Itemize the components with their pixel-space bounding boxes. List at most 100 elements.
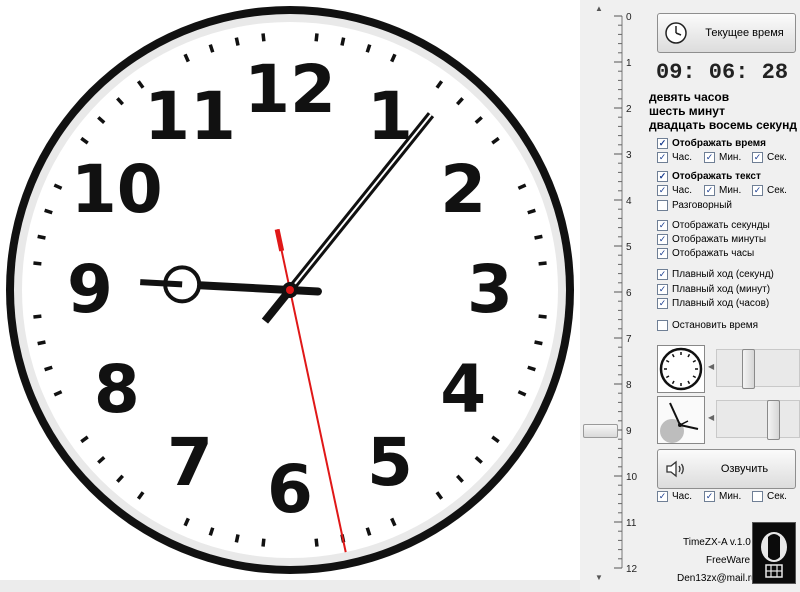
show-seconds-label: Отображать секунды [672, 220, 770, 231]
show-text-hours-checkbox[interactable]: ✓ Час. [657, 185, 692, 196]
clock-numeral: 2 [440, 151, 486, 228]
scale-label: 2 [626, 104, 632, 115]
current-time-button[interactable]: Текущее время [657, 13, 796, 53]
show-time-checkbox[interactable]: ✓ Отображать время [657, 138, 766, 149]
checkbox-box[interactable]: ✓ [752, 152, 763, 163]
colloquial-label: Разговорный [672, 200, 732, 211]
smooth-seconds-checkbox[interactable]: ✓ Плавный ход (секунд) [657, 269, 774, 280]
show-time-minutes-label: Мин. [719, 152, 742, 163]
license-text: FreeWare [706, 555, 751, 566]
colloquial-checkbox[interactable]: Разговорный [657, 200, 732, 211]
minute-tick [261, 538, 266, 547]
smooth-minutes-label: Плавный ход (минут) [672, 284, 771, 295]
checkbox-box[interactable]: ✓ [657, 220, 668, 231]
hand-style-slider[interactable]: ◀ [708, 396, 800, 442]
show-time-seconds-checkbox[interactable]: ✓ Сек. [752, 152, 787, 163]
scale-label: 6 [626, 288, 632, 299]
speak-seconds-checkbox[interactable]: Сек. [752, 491, 787, 502]
face-style-track[interactable] [716, 349, 800, 387]
slider-left-arrow-icon[interactable]: ◀ [708, 413, 714, 422]
speak-hours-checkbox[interactable]: ✓ Час. [657, 491, 692, 502]
minute-tick [538, 261, 547, 266]
scale-label: 0 [626, 12, 632, 23]
stop-time-checkbox[interactable]: Остановить время [657, 320, 758, 331]
smooth-hours-checkbox[interactable]: ✓ Плавный ход (часов) [657, 298, 769, 309]
scale-label: 3 [626, 150, 632, 161]
minute-tick [314, 538, 319, 547]
checkbox-box[interactable] [657, 320, 668, 331]
smooth-minutes-checkbox[interactable]: ✓ Плавный ход (минут) [657, 284, 770, 295]
minute-tick [527, 208, 536, 215]
hand-style-thumb[interactable] [767, 400, 781, 440]
checkbox-box[interactable]: ✓ [704, 491, 715, 502]
checkbox-box[interactable]: ✓ [657, 152, 668, 163]
checkbox-box[interactable]: ✓ [657, 491, 668, 502]
show-time-minutes-checkbox[interactable]: ✓ Мин. [704, 152, 741, 163]
slider-left-arrow-icon[interactable]: ◀ [708, 362, 714, 371]
clock-numeral: 12 [244, 51, 336, 128]
show-text-minutes-checkbox[interactable]: ✓ Мин. [704, 185, 741, 196]
speak-button-label: Озвучить [720, 463, 769, 475]
checkbox-box[interactable]: ✓ [704, 152, 715, 163]
minute-tick [44, 365, 53, 372]
checkbox-box[interactable]: ✓ [657, 284, 668, 295]
checkbox-box[interactable]: ✓ [657, 185, 668, 196]
scale-label: 8 [626, 380, 632, 391]
face-style-slider[interactable]: ◀ [708, 345, 800, 391]
clock-numeral: 3 [467, 251, 513, 328]
time-slider-thumb[interactable] [583, 424, 618, 438]
minute-tick [208, 44, 215, 53]
checkbox-box[interactable]: ✓ [657, 298, 668, 309]
minute-tick [37, 234, 46, 240]
checkbox-box[interactable]: ✓ [657, 138, 668, 149]
scale-label: 10 [626, 472, 638, 483]
show-text-minutes-label: Мин. [719, 185, 742, 196]
speak-minutes-checkbox[interactable]: ✓ Мин. [704, 491, 741, 502]
checkbox-box[interactable] [752, 491, 763, 502]
checkbox-box[interactable]: ✓ [657, 234, 668, 245]
show-time-label: Отображать время [672, 138, 767, 149]
face-style-thumb[interactable] [741, 349, 755, 389]
show-text-seconds-checkbox[interactable]: ✓ Сек. [752, 185, 787, 196]
minute-tick [234, 37, 240, 46]
show-text-checkbox[interactable]: ✓ Отображать текст [657, 171, 761, 182]
show-seconds-checkbox[interactable]: ✓ Отображать секунды [657, 220, 770, 231]
scroll-down-arrow-icon[interactable]: ▼ [595, 573, 603, 582]
show-minutes-label: Отображать минуты [672, 234, 767, 245]
checkbox-box[interactable]: ✓ [752, 185, 763, 196]
minute-tick [208, 527, 215, 536]
checkbox-box[interactable] [657, 200, 668, 211]
text-time-seconds: двадцать восемь секунд [649, 118, 797, 132]
clock-numeral: 8 [94, 351, 140, 428]
scale-label: 12 [626, 564, 638, 575]
minute-tick [234, 534, 240, 543]
checkbox-box[interactable]: ✓ [657, 171, 668, 182]
digital-time-display: 09: 06: 28 [656, 60, 789, 85]
scale-label: 5 [626, 242, 632, 253]
show-time-hours-label: Час. [672, 152, 693, 163]
minute-tick [37, 340, 46, 346]
hand-style-track[interactable] [716, 400, 800, 438]
clock-numeral: 5 [367, 424, 413, 501]
show-time-hours-checkbox[interactable]: ✓ Час. [657, 152, 692, 163]
show-hours-checkbox[interactable]: ✓ Отображать часы [657, 248, 754, 259]
speaker-icon [658, 450, 694, 488]
checkbox-box[interactable]: ✓ [704, 185, 715, 196]
scroll-up-arrow-icon[interactable]: ▲ [595, 4, 603, 13]
minute-tick [538, 314, 547, 319]
stop-time-label: Остановить время [672, 320, 759, 331]
checkbox-box[interactable]: ✓ [657, 248, 668, 259]
time-scale: 0123456789101112 [614, 12, 638, 575]
time-scale-slider[interactable]: 0 1 2 3 4 5 6 7 8 9 10 11 12 [581, 0, 649, 592]
show-minutes-checkbox[interactable]: ✓ Отображать минуты [657, 234, 766, 245]
minute-tick [534, 234, 543, 240]
email-text: Den13zx@mail.ru [677, 573, 757, 584]
speak-button[interactable]: Озвучить [657, 449, 796, 489]
text-time-minutes: шесть минут [649, 104, 725, 118]
version-text: TimeZX-A v.1.0 [683, 537, 751, 548]
scale-label: 11 [626, 518, 637, 529]
analog-clock: 12 1234567891011 [6, 6, 574, 574]
checkbox-box[interactable]: ✓ [657, 269, 668, 280]
speak-seconds-label: Сек. [767, 491, 787, 502]
text-time-hours: девять часов [649, 90, 730, 104]
